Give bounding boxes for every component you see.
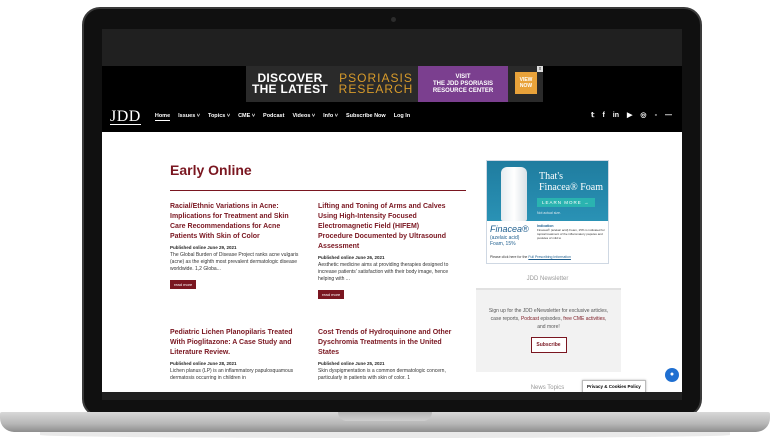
indication-body: Finacea® (azelaic acid) Foam, 15% is ind… (537, 228, 605, 240)
ad-discover-text: DISCOVER THE LATEST (246, 72, 334, 96)
article-title[interactable]: Lifting and Toning of Arms and Calves Us… (318, 202, 453, 252)
free-cme-link[interactable]: free CME activities (563, 316, 605, 322)
finacea-subtitle: (azelaic acid) Foam, 15% (490, 235, 519, 247)
read-more-button[interactable]: read more (170, 280, 197, 289)
finacea-ad-header: That's Finacea® Foam LEARN MORE → Not ac… (487, 161, 608, 221)
nav-podcast[interactable]: Podcast (263, 113, 284, 121)
finacea-ad[interactable]: That's Finacea® Foam LEARN MORE → Not ac… (486, 160, 609, 264)
camera-icon (391, 17, 396, 22)
subscribe-button[interactable]: Subscribe (530, 337, 567, 353)
twitter-icon[interactable]: 𝕥 (591, 112, 594, 120)
ad-visit-text: VISIT THE JDD PSORIASIS RESOURCE CENTER (433, 74, 493, 95)
laptop-base-notch (338, 412, 432, 421)
article-date: Published online June 28, 2021 (170, 361, 237, 366)
article-date: Published online June 29, 2021 (170, 245, 237, 250)
top-dark-strip (102, 29, 682, 66)
prescribing-info-text: Please click here for the (490, 255, 529, 259)
prescribing-info-link[interactable]: Full Prescribing Information (528, 255, 571, 259)
article-card: Pediatric Lichen Planopilaris Treated Wi… (170, 328, 305, 382)
article-title[interactable]: Cost Trends of Hydroquinone and Other Dy… (318, 328, 453, 358)
article-excerpt: The Global Burden of Disease Project ran… (170, 252, 299, 272)
article-excerpt: Skin dyspigmentation is a common dermato… (318, 368, 446, 381)
ad-center-line-1: THE JDD PSORIASIS (432, 80, 493, 87)
ad-visit-line: VISIT (455, 73, 471, 80)
newsletter-heading: JDD Newsletter (526, 276, 569, 282)
article-card: Racial/Ethnic Variations in Acne: Implic… (170, 202, 305, 291)
article-card: Cost Trends of Hydroquinone and Other Dy… (318, 328, 453, 382)
laptop-shadow (40, 432, 730, 438)
youtube-icon[interactable]: ▶ (627, 112, 632, 120)
article-excerpt: Lichen planus (LP) is an inflammatory pa… (170, 368, 294, 381)
finacea-sub-line-2: Foam, 15% (490, 241, 516, 247)
linkedin-icon[interactable]: in (613, 112, 619, 120)
newsletter-text-2: episodes, (539, 316, 564, 322)
podcast-link[interactable]: Podcast (521, 316, 539, 322)
nav-subscribe-now[interactable]: Subscribe Now (346, 113, 386, 121)
ad-band: DISCOVER THE LATEST PSORIASIS RESEARCH V… (102, 66, 682, 102)
ad-the-latest-line: THE LATEST (251, 82, 329, 96)
ad-research-line: RESEARCH (338, 82, 414, 96)
psoriasis-ad-banner[interactable]: DISCOVER THE LATEST PSORIASIS RESEARCH V… (246, 66, 543, 102)
ad-now-line: NOW (519, 83, 533, 89)
ad-psoriasis-text: PSORIASIS RESEARCH (334, 72, 418, 96)
ad-view-now-button[interactable]: VIEW NOW (515, 72, 537, 94)
title-divider (170, 190, 466, 191)
finacea-headline-line-2: Finacea® Foam (539, 182, 603, 193)
ad-visit-box[interactable]: VISIT THE JDD PSORIASIS RESOURCE CENTER (418, 66, 508, 102)
not-actual-size-note: Not actual size. (537, 211, 561, 215)
article-title[interactable]: Racial/Ethnic Variations in Acne: Implic… (170, 202, 305, 242)
learn-more-button[interactable]: LEARN MORE → (537, 198, 595, 207)
laptop-mockup: DISCOVER THE LATEST PSORIASIS RESEARCH V… (0, 0, 770, 447)
nav-info[interactable]: Info ˅ (323, 113, 338, 121)
page-content: Early Online Racial/Ethnic Variations in… (102, 132, 682, 398)
foam-tube-image (501, 167, 527, 221)
article-date: Published online June 26, 2021 (318, 255, 385, 260)
nav-log-in[interactable]: Log In (394, 113, 411, 121)
finacea-headline: That's Finacea® Foam (539, 171, 603, 193)
article-date: Published online June 25, 2021 (318, 361, 385, 366)
browser-screen: DISCOVER THE LATEST PSORIASIS RESEARCH V… (102, 29, 682, 400)
nav-topics[interactable]: Topics ˅ (208, 113, 230, 121)
finacea-headline-line-1: That's (539, 171, 564, 182)
social-icons: 𝕥 f in ▶ ◎ ▫ — (591, 112, 672, 120)
prescribing-info: Please click here for the Full Prescribi… (490, 255, 571, 259)
article-card: Lifting and Toning of Arms and Calves Us… (318, 202, 453, 301)
article-excerpt: Aesthetic medicine aims at providing the… (318, 262, 449, 282)
newsletter-text: Sign up for the JDD eNewsletter for excl… (488, 307, 609, 331)
nav-cme[interactable]: CME ˅ (238, 113, 255, 121)
read-more-button[interactable]: read more (318, 290, 345, 299)
article-title[interactable]: Pediatric Lichen Planopilaris Treated Wi… (170, 328, 305, 358)
nav-home[interactable]: Home (154, 113, 171, 121)
nav-issues[interactable]: Issues ˅ (178, 113, 200, 121)
search-icon[interactable]: ▫ (655, 112, 657, 120)
newsletter-box: Sign up for the JDD eNewsletter for excl… (476, 288, 621, 372)
main-navigation: JDD Home Issues ˅ Topics ˅ CME ˅ Podcast… (102, 102, 682, 132)
chat-icon[interactable]: ● (665, 368, 679, 382)
finacea-logo: Finacea® (490, 224, 529, 234)
facebook-icon[interactable]: f (602, 112, 604, 120)
indication-text: Indication Finacea® (azelaic acid) Foam,… (537, 224, 605, 240)
bottom-dark-strip (102, 392, 682, 400)
ad-center-line-2: RESOURCE CENTER (432, 87, 494, 94)
instagram-icon[interactable]: ◎ (640, 112, 646, 120)
ad-close-icon[interactable]: x (537, 66, 543, 72)
nav-videos[interactable]: Videos ˅ (292, 113, 315, 121)
page-title: Early Online (170, 162, 252, 178)
nav-links: Home Issues ˅ Topics ˅ CME ˅ Podcast Vid… (154, 113, 411, 121)
menu-icon[interactable]: — (665, 112, 672, 120)
jdd-logo[interactable]: JDD (110, 109, 141, 125)
